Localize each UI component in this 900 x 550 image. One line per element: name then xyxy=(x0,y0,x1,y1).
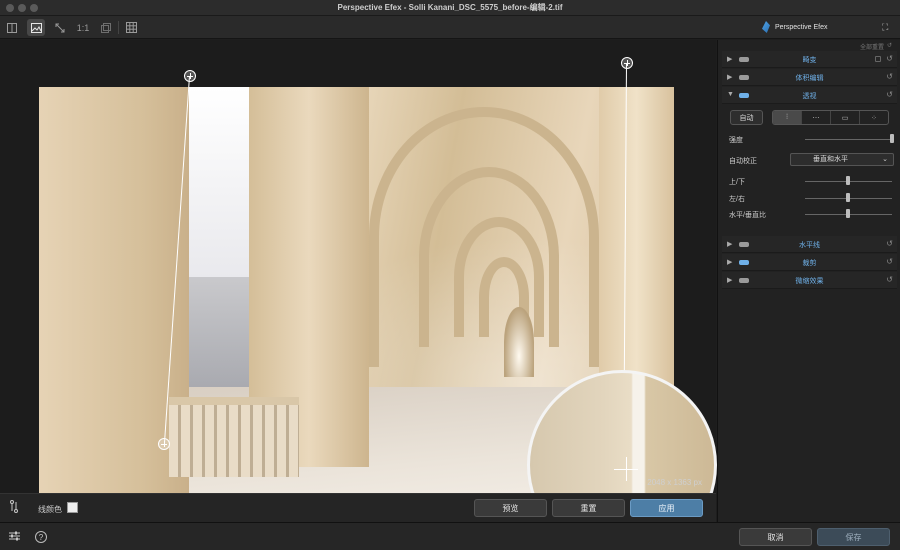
brand: Perspective Efex xyxy=(762,21,828,33)
grid-icon[interactable] xyxy=(122,19,140,36)
up-down-label: 上/下 xyxy=(729,179,745,186)
action-bar: 线颜色 预览 重置 应用 xyxy=(0,493,716,522)
fullscreen-icon[interactable]: ⛶ xyxy=(882,22,888,33)
toolbar-divider xyxy=(118,21,119,34)
section-distortion[interactable]: ▶ 畸变 ↺ xyxy=(722,51,897,68)
image-dimensions: 2048 x 1363 px xyxy=(647,478,702,487)
rectangle-mode-icon[interactable]: ▭ xyxy=(831,111,860,124)
help-icon[interactable]: ? xyxy=(35,531,47,543)
image-canvas[interactable]: 2048 x 1363 px xyxy=(0,40,717,550)
photo-corridor-end xyxy=(504,307,534,377)
section-horizon[interactable]: ▶ 水平线 ↺ xyxy=(722,236,897,253)
ratio-slider-thumb[interactable] xyxy=(846,209,850,218)
section-volume[interactable]: ▶ 体积编辑 ↺ xyxy=(722,69,897,86)
section-name: 微缩效果 xyxy=(795,278,824,285)
auto-correct-select[interactable]: 垂直和水平 ⌄ xyxy=(790,153,894,166)
perspective-mode-selector: ⫶ ⋯ ▭ ⁘ xyxy=(772,110,889,125)
left-right-slider-thumb[interactable] xyxy=(846,193,850,202)
guide-handle-bottom-left[interactable] xyxy=(158,438,170,450)
undo-icon[interactable]: ↺ xyxy=(886,239,893,248)
strength-slider-track[interactable] xyxy=(805,139,892,140)
toolbar: 1:1 Perspective Efex ⛶ xyxy=(0,16,900,39)
title-bar: Perspective Efex - Solli Kanani_DSC_5575… xyxy=(0,0,900,16)
reset-button[interactable]: 重置 xyxy=(552,499,625,517)
footer: ? 取消 保存 xyxy=(0,522,900,550)
guide-handle-top-right[interactable] xyxy=(621,57,633,69)
free-mode-icon[interactable]: ⁘ xyxy=(860,111,888,124)
undo-icon[interactable]: ↺ xyxy=(886,54,893,63)
section-perspective[interactable]: ▼ 透视 ↺ xyxy=(722,87,897,104)
chevron-down-icon: ⌄ xyxy=(882,156,888,163)
settings-sliders-icon[interactable] xyxy=(9,531,20,544)
section-crop[interactable]: ▶ 裁剪 ↺ xyxy=(722,254,897,271)
preview-button[interactable]: 预览 xyxy=(474,499,547,517)
cancel-button[interactable]: 取消 xyxy=(739,528,812,546)
section-name: 水平线 xyxy=(799,242,820,249)
photo-balustrade xyxy=(169,397,299,477)
undo-icon[interactable]: ↺ xyxy=(886,275,893,284)
photo-building xyxy=(179,277,249,387)
line-color-swatch[interactable] xyxy=(67,502,78,513)
undo-icon[interactable]: ↺ xyxy=(886,90,893,99)
fit-screen-icon[interactable] xyxy=(51,19,69,36)
brand-name: Perspective Efex xyxy=(775,23,828,31)
section-name: 体积编辑 xyxy=(795,75,824,82)
undo-icon[interactable]: ↺ xyxy=(886,257,893,266)
reset-all-button[interactable]: 全部重置 ↺ xyxy=(860,42,892,51)
lock-icon[interactable] xyxy=(875,56,881,62)
auto-correct-value: 垂直和水平 xyxy=(813,156,848,163)
image-view-icon[interactable] xyxy=(27,19,45,36)
horizontal-mode-icon[interactable]: ⋯ xyxy=(802,111,831,124)
section-name: 透视 xyxy=(802,93,817,100)
window-title: Perspective Efex - Solli Kanani_DSC_5575… xyxy=(337,3,563,12)
line-color-label: 线颜色 xyxy=(38,505,62,514)
section-miniature[interactable]: ▶ 微缩效果 ↺ xyxy=(722,272,897,289)
overlay-icon[interactable] xyxy=(97,19,115,36)
compare-icon[interactable] xyxy=(3,19,21,36)
ratio-label: 水平/垂直比 xyxy=(729,212,766,219)
strength-slider-thumb[interactable] xyxy=(890,134,894,143)
auto-button[interactable]: 自动 xyxy=(730,110,763,125)
left-right-label: 左/右 xyxy=(729,196,745,203)
section-name: 畸变 xyxy=(802,57,817,64)
perspective-efex-logo-icon xyxy=(762,21,770,33)
apply-button[interactable]: 应用 xyxy=(630,499,703,517)
undo-icon[interactable]: ↺ xyxy=(886,72,893,81)
strength-label: 强度 xyxy=(729,137,743,144)
reset-all-label: 全部重置 xyxy=(859,45,884,51)
section-name: 裁剪 xyxy=(802,260,817,267)
crosshair-vertical xyxy=(626,457,627,481)
vertical-mode-icon[interactable]: ⫶ xyxy=(773,111,802,124)
undo-icon: ↺ xyxy=(886,43,892,49)
adjustments-panel: 全部重置 ↺ ▶ 畸变 ↺ ▶ 体积编辑 ↺ ▼ 透视 ↺ 自动 ⫶ ⋯ ▭ ⁘… xyxy=(717,40,900,522)
save-button[interactable]: 保存 xyxy=(817,528,890,546)
perspective-tool-icon[interactable] xyxy=(9,500,19,516)
guide-handle-top-left[interactable] xyxy=(184,70,196,82)
up-down-slider-thumb[interactable] xyxy=(846,176,850,185)
auto-correct-label: 自动校正 xyxy=(729,158,757,165)
zoom-1-1-button[interactable]: 1:1 xyxy=(74,19,92,36)
